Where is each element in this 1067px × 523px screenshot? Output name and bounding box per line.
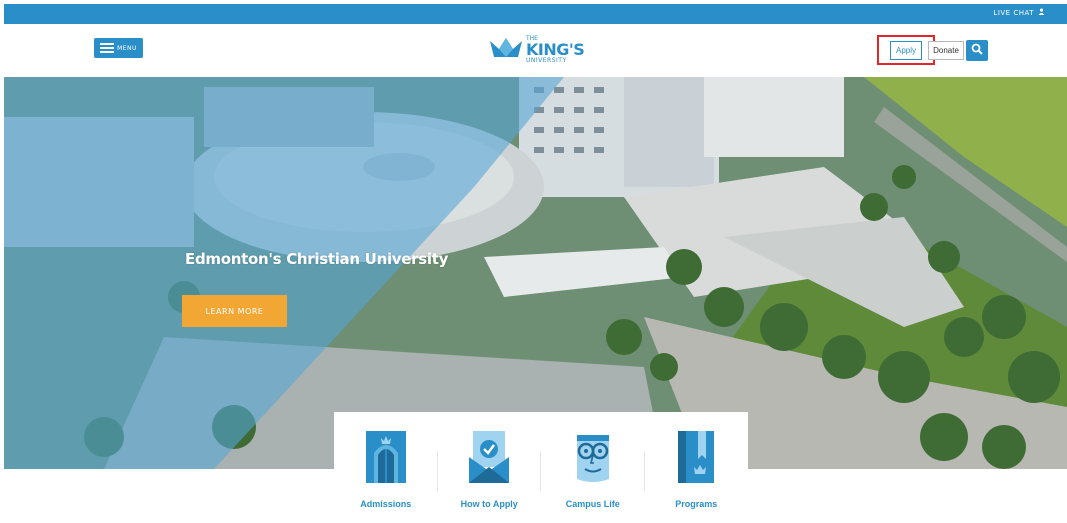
- campus-aerial-photo: [4, 77, 1067, 469]
- envelope-check-icon: [467, 429, 511, 490]
- site-header: MENU THE KING'S UNIVERSITY Apply Donate: [0, 24, 1067, 76]
- quick-link-programs[interactable]: Programs: [648, 429, 744, 509]
- search-button[interactable]: [966, 40, 988, 61]
- quick-link-admissions[interactable]: Admissions: [338, 429, 438, 509]
- quick-link-label: Programs: [675, 499, 718, 509]
- crown-icon: [488, 35, 524, 66]
- top-bar: LIVE CHAT: [4, 4, 1067, 24]
- quick-link-campus-life[interactable]: Campus Life: [545, 429, 645, 509]
- divider: [540, 451, 542, 491]
- kings-university-logo[interactable]: THE KING'S UNIVERSITY: [488, 31, 603, 69]
- hamburger-icon: [100, 43, 115, 53]
- divider: [643, 451, 645, 491]
- logo-university: UNIVERSITY: [526, 57, 567, 64]
- logo-wordmark: THE KING'S UNIVERSITY: [526, 36, 585, 64]
- quick-link-label: Admissions: [360, 499, 412, 509]
- quick-links-panel: Admissions How to Apply Campus Life Prog…: [334, 412, 748, 522]
- face-glasses-icon: [571, 429, 615, 490]
- person-icon: [1038, 8, 1045, 17]
- learn-more-button[interactable]: LEARN MORE: [182, 295, 287, 327]
- menu-label: MENU: [117, 44, 137, 52]
- hero-title: Edmonton's Christian University: [185, 250, 449, 268]
- book-icon: [674, 429, 718, 490]
- divider: [436, 451, 438, 491]
- hero-banner: Edmonton's Christian University LEARN MO…: [4, 77, 1067, 469]
- search-icon: [971, 42, 983, 60]
- apply-button[interactable]: Apply: [890, 41, 922, 60]
- quick-link-how-to-apply[interactable]: How to Apply: [441, 429, 542, 509]
- door-icon: [364, 429, 408, 490]
- live-chat-label: LIVE CHAT: [993, 8, 1034, 17]
- live-chat-link[interactable]: LIVE CHAT: [993, 8, 1045, 17]
- menu-button[interactable]: MENU: [94, 38, 143, 58]
- logo-kings: KING'S: [526, 40, 585, 59]
- quick-link-label: How to Apply: [460, 499, 518, 509]
- quick-link-label: Campus Life: [565, 499, 620, 509]
- donate-button[interactable]: Donate: [928, 41, 964, 60]
